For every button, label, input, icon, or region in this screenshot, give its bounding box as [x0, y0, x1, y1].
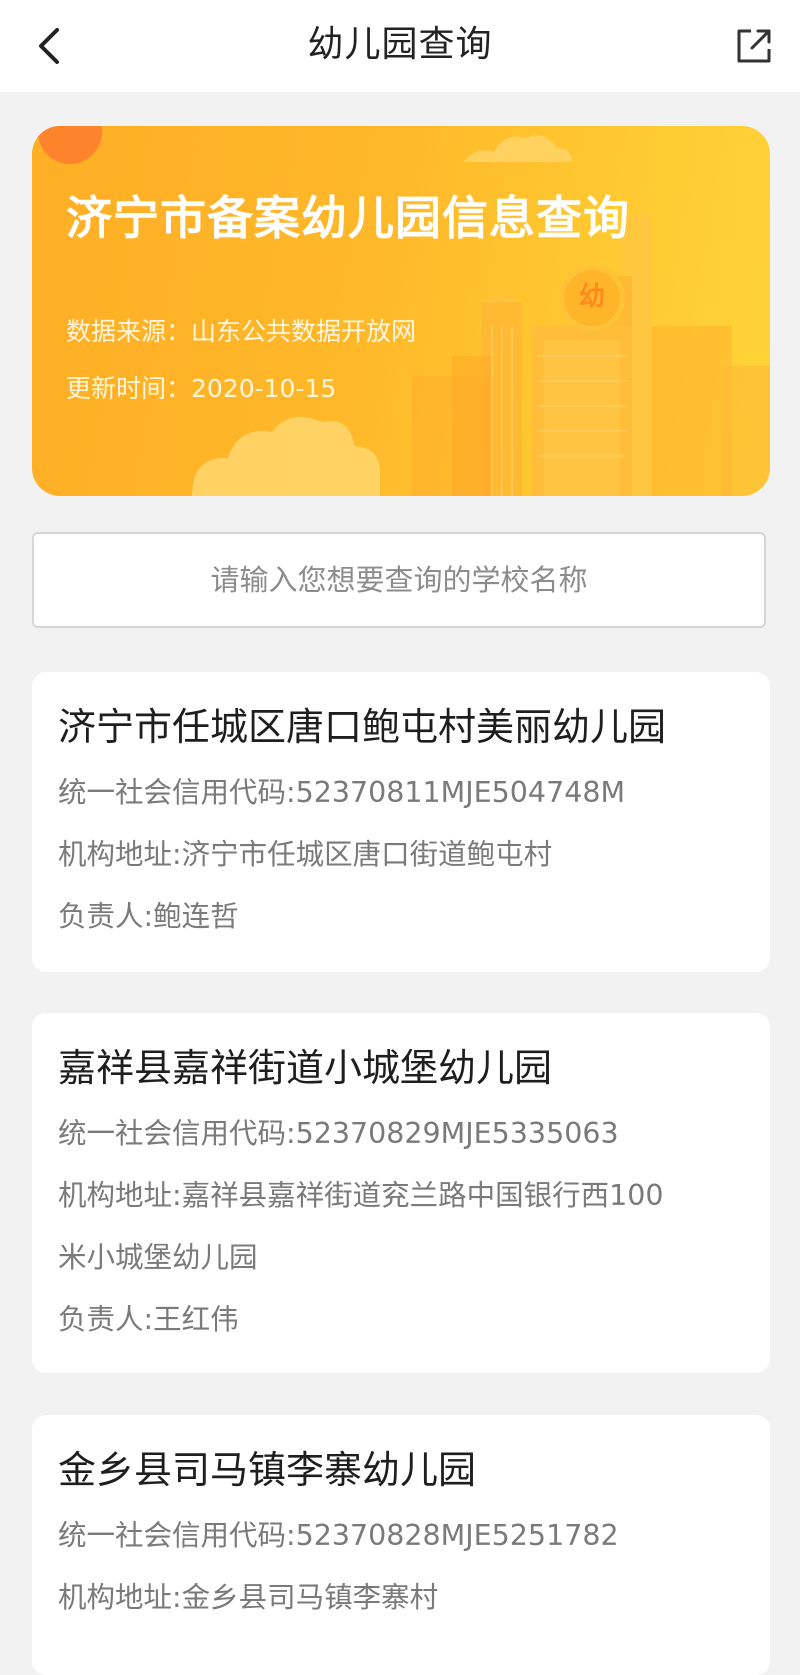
- school-search-input[interactable]: [34, 533, 764, 627]
- principal: 负责人:王红伟: [58, 1303, 239, 1336]
- credit-code: 统一社会信用代码:52370811MJE504748M: [58, 776, 626, 809]
- data-source-text: 数据来源：山东公共数据开放网: [66, 317, 417, 346]
- kindergarten-card[interactable]: 济宁市任城区唐口鲍屯村美丽幼儿园 统一社会信用代码:52370811MJE504…: [32, 672, 770, 972]
- principal: 负责人:鲍连哲: [58, 900, 239, 933]
- info-banner: 幼 济宁市备案幼儿园信息查询 数据来源：山东公共数据开放网 更新时间：2020-…: [32, 126, 770, 496]
- credit-code: 统一社会信用代码:52370828MJE5251782: [58, 1519, 619, 1552]
- update-time-text: 更新时间：2020-10-15: [66, 374, 337, 403]
- kindergarten-name: 金乡县司马镇李寨幼儿园: [58, 1448, 477, 1492]
- institution-address: 机构地址:嘉祥县嘉祥街道兖兰路中国银行西100: [58, 1179, 664, 1212]
- kindergarten-name: 嘉祥县嘉祥街道小城堡幼儿园: [58, 1046, 553, 1090]
- share-button[interactable]: [726, 18, 782, 74]
- page-title: 幼儿园查询: [307, 24, 493, 65]
- institution-address: 机构地址:济宁市任城区唐口街道鲍屯村: [58, 838, 553, 871]
- institution-address: 机构地址:金乡县司马镇李寨村: [58, 1581, 439, 1614]
- credit-code: 统一社会信用代码:52370829MJE5335063: [58, 1117, 619, 1150]
- share-external-icon: [737, 29, 771, 63]
- banner-title: 济宁市备案幼儿园信息查询: [66, 191, 630, 245]
- kindergarten-name: 济宁市任城区唐口鲍屯村美丽幼儿园: [58, 705, 667, 749]
- top-nav-bar: 幼儿园查询: [0, 0, 800, 92]
- search-box[interactable]: [32, 532, 766, 628]
- institution-address-continued: 米小城堡幼儿园: [58, 1241, 258, 1274]
- banner-badge-char: 幼: [578, 282, 605, 312]
- kindergarten-card[interactable]: 金乡县司马镇李寨幼儿园 统一社会信用代码:52370828MJE5251782 …: [32, 1415, 770, 1675]
- kindergarten-card[interactable]: 嘉祥县嘉祥街道小城堡幼儿园 统一社会信用代码:52370829MJE533506…: [32, 1013, 770, 1373]
